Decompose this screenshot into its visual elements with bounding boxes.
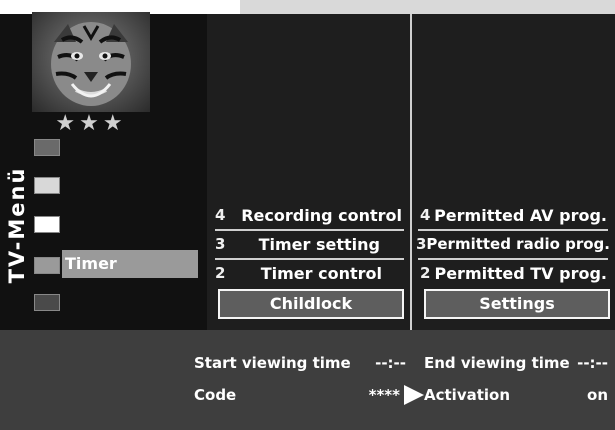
end-viewing-time-label: End viewing time <box>424 354 570 372</box>
item-number: 4 <box>215 206 226 224</box>
menu-item-settings[interactable]: Settings <box>424 289 610 319</box>
item-number: 2 <box>215 264 226 282</box>
activation-label: Activation <box>424 386 511 404</box>
menu-item-childlock[interactable]: Childlock <box>218 289 404 319</box>
code-label: Code <box>194 386 237 404</box>
menu-item-timer-setting[interactable]: 3 Timer setting <box>209 232 408 257</box>
menu-title: TV-Menü <box>4 150 34 300</box>
menu-swatch-3[interactable] <box>34 216 60 233</box>
item-number: 4 <box>420 206 431 224</box>
menu-item-timer-control[interactable]: 2 Timer control <box>209 261 408 286</box>
menu-item-timer-label: Timer <box>65 254 117 273</box>
menu-swatch-timer[interactable] <box>34 257 60 274</box>
menu-item-permitted-tv[interactable]: 2 Permitted TV prog. <box>414 261 613 286</box>
menu-swatch-2[interactable] <box>34 177 60 194</box>
activation-value[interactable]: on <box>574 384 608 406</box>
menu-swatch-1[interactable] <box>34 139 60 156</box>
code-value[interactable]: **** <box>362 384 400 406</box>
item-label: Timer setting <box>258 235 380 254</box>
menu-item-permitted-radio[interactable]: 3 Permitted radio prog. <box>414 232 613 257</box>
right-triangle-icon <box>404 385 424 405</box>
underline <box>418 229 608 231</box>
item-number: 3 <box>215 235 226 253</box>
item-number: 2 <box>420 264 431 282</box>
item-label: Recording control <box>241 206 402 225</box>
item-number: 3 <box>416 235 427 253</box>
settings-panel <box>0 330 615 430</box>
end-viewing-time-value[interactable]: --:-- <box>564 352 608 374</box>
menu-item-recording-control[interactable]: 4 Recording control <box>209 203 408 228</box>
underline <box>215 229 404 231</box>
tiger-image <box>32 12 150 112</box>
item-label: Permitted AV prog. <box>434 206 607 225</box>
item-label: Timer control <box>260 264 382 283</box>
underline <box>418 258 608 260</box>
item-label: Permitted TV prog. <box>434 264 607 283</box>
rating-stars: ★★★ <box>55 111 127 136</box>
menu-swatch-5[interactable] <box>34 294 60 311</box>
tiger-picture <box>51 22 131 106</box>
underline <box>215 258 404 260</box>
column-divider <box>410 14 412 330</box>
start-viewing-time-value[interactable]: --:-- <box>362 352 406 374</box>
item-label: Permitted radio prog. <box>426 235 610 253</box>
start-viewing-time-label: Start viewing time <box>194 354 351 372</box>
menu-title-text: TV-Menü <box>5 166 29 284</box>
menu-item-permitted-av[interactable]: 4 Permitted AV prog. <box>414 203 613 228</box>
menu-item-timer[interactable]: Timer <box>62 250 198 278</box>
top-bar <box>240 0 615 14</box>
